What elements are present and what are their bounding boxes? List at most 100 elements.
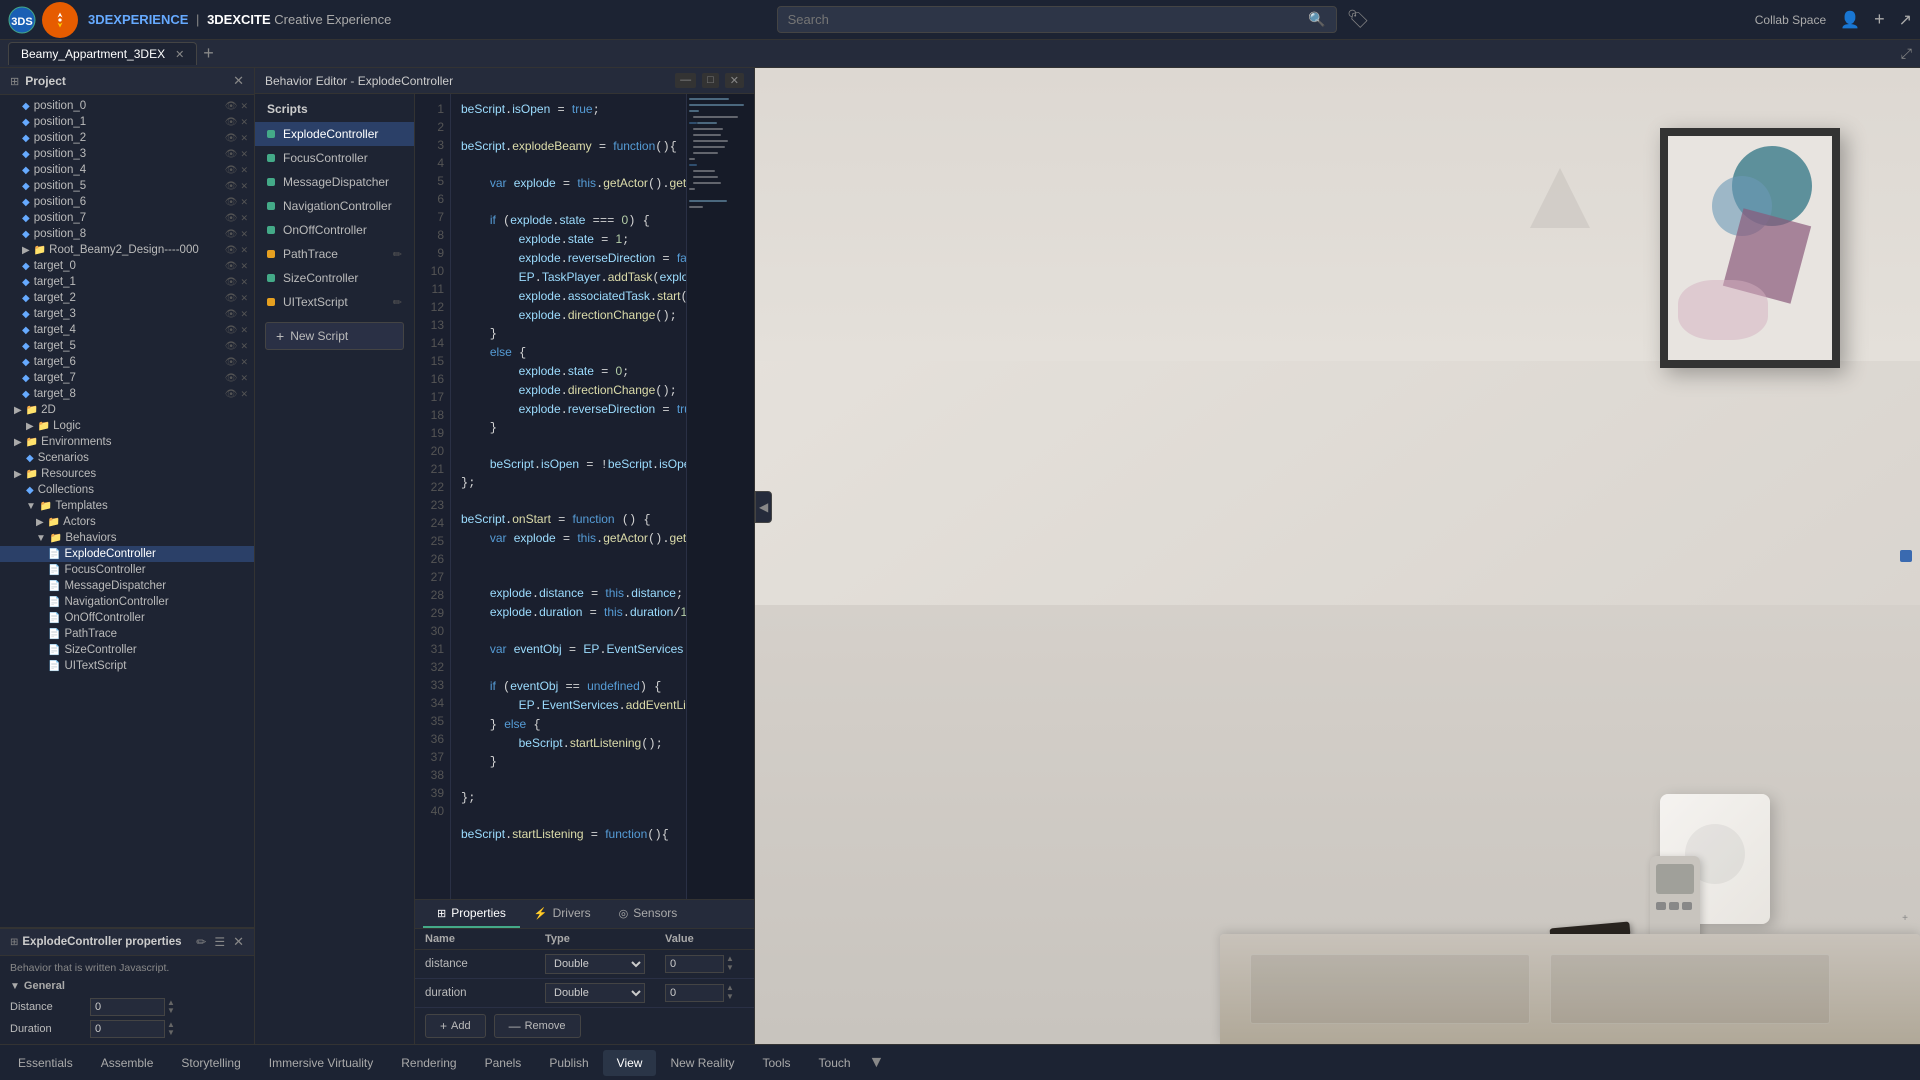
tree-item-collections[interactable]: ◆Collections: [0, 482, 254, 498]
eye-icon[interactable]: 👁: [225, 373, 238, 384]
search-bar[interactable]: 🔍: [777, 6, 1337, 33]
lock-icon[interactable]: ✕: [240, 101, 248, 112]
script-item-size[interactable]: SizeController: [255, 266, 414, 290]
lock-icon[interactable]: ✕: [240, 181, 248, 192]
maximize-btn[interactable]: □: [702, 73, 719, 88]
search-input[interactable]: [788, 12, 1309, 27]
tree-item[interactable]: ◆target_7 👁 ✕: [0, 370, 254, 386]
eye-icon[interactable]: 👁: [225, 149, 238, 160]
tree-item-explodecontroller[interactable]: 📄ExplodeController: [0, 546, 254, 562]
tree-item-messagedispatcher[interactable]: 📄MessageDispatcher: [0, 578, 254, 594]
script-item-focus[interactable]: FocusController: [255, 146, 414, 170]
duration-down-icon[interactable]: ▼: [167, 1029, 175, 1037]
lock-icon[interactable]: ✕: [240, 245, 248, 256]
close-tab-icon[interactable]: ✕: [175, 48, 184, 61]
tree-item[interactable]: ◆target_8 👁 ✕: [0, 386, 254, 402]
add-tab-button[interactable]: +: [203, 43, 214, 64]
eye-icon[interactable]: 👁: [225, 245, 238, 256]
close-props-icon[interactable]: ✕: [233, 934, 244, 950]
add-icon[interactable]: +: [1874, 9, 1885, 30]
remove-prop-button[interactable]: — Remove: [494, 1014, 581, 1038]
toolbar-tab-view[interactable]: View: [603, 1050, 657, 1076]
eye-icon[interactable]: 👁: [225, 341, 238, 352]
tree-item-scenarios[interactable]: ◆Scenarios: [0, 450, 254, 466]
distance-value-input[interactable]: [665, 955, 724, 973]
tree-item[interactable]: ◆target_3 👁 ✕: [0, 306, 254, 322]
minimize-btn[interactable]: —: [675, 73, 696, 88]
user-icon[interactable]: 👤: [1840, 10, 1860, 30]
eye-icon[interactable]: 👁: [225, 101, 238, 112]
lock-icon[interactable]: ✕: [240, 229, 248, 240]
list-icon[interactable]: ☰: [214, 935, 225, 949]
tree-item[interactable]: ◆target_2 👁 ✕: [0, 290, 254, 306]
lock-icon[interactable]: ✕: [240, 133, 248, 144]
lock-icon[interactable]: ✕: [240, 213, 248, 224]
lock-icon[interactable]: ✕: [240, 197, 248, 208]
tree-item[interactable]: ◆target_1 👁 ✕: [0, 274, 254, 290]
script-item-nav[interactable]: NavigationController: [255, 194, 414, 218]
eye-icon[interactable]: 👁: [225, 197, 238, 208]
lock-icon[interactable]: ✕: [240, 309, 248, 320]
script-item-explode[interactable]: ExplodeController: [255, 122, 414, 146]
lock-icon[interactable]: ✕: [240, 149, 248, 160]
toolbar-tab-storytelling[interactable]: Storytelling: [167, 1050, 254, 1076]
script-item-ui[interactable]: UITextScript ✏: [255, 290, 414, 314]
toolbar-tab-publish[interactable]: Publish: [535, 1050, 602, 1076]
tree-item[interactable]: ◆position_8 👁 ✕: [0, 226, 254, 242]
share-icon[interactable]: ↗: [1899, 10, 1912, 30]
toolbar-tab-touch[interactable]: Touch: [805, 1050, 865, 1076]
collapse-panel-arrow[interactable]: ◀: [755, 491, 772, 523]
lock-icon[interactable]: ✕: [240, 341, 248, 352]
viewport-panel[interactable]: +: [755, 68, 1920, 1044]
duration-value-input[interactable]: [665, 984, 724, 1002]
lock-icon[interactable]: ✕: [240, 357, 248, 368]
blue-indicator[interactable]: [1900, 550, 1912, 562]
collab-space[interactable]: Collab Space: [1755, 13, 1826, 27]
tree-item[interactable]: ▶📁Root_Beamy2_Design----000 👁 ✕: [0, 242, 254, 258]
duration-input[interactable]: [90, 1020, 165, 1038]
eye-icon[interactable]: 👁: [225, 357, 238, 368]
tree-item-behaviors[interactable]: ▼📁Behaviors: [0, 530, 254, 546]
script-item-pathtrace[interactable]: PathTrace ✏: [255, 242, 414, 266]
tree-item-focuscontroller[interactable]: 📄FocusController: [0, 562, 254, 578]
lock-icon[interactable]: ✕: [240, 277, 248, 288]
prop-tab-sensors[interactable]: ◎ Sensors: [605, 900, 692, 928]
lock-icon[interactable]: ✕: [240, 293, 248, 304]
toolbar-more-icon[interactable]: ▼: [869, 1054, 885, 1072]
tree-item[interactable]: ◆target_0 👁 ✕: [0, 258, 254, 274]
new-script-button[interactable]: + New Script: [265, 322, 404, 350]
tree-item[interactable]: ◆position_4 👁 ✕: [0, 162, 254, 178]
tree-item[interactable]: ◆target_4 👁 ✕: [0, 322, 254, 338]
tree-item-actors[interactable]: ▶📁Actors: [0, 514, 254, 530]
prop-tab-properties[interactable]: ⊞ Properties: [423, 900, 520, 928]
dist-val-down[interactable]: ▼: [726, 964, 734, 973]
code-content[interactable]: beScript.isOpen = true; beScript.explode…: [451, 94, 686, 899]
edit-icon[interactable]: ✏: [393, 248, 402, 261]
eye-icon[interactable]: 👁: [225, 309, 238, 320]
edit-icon-2[interactable]: ✏: [393, 296, 402, 309]
eye-icon[interactable]: 👁: [225, 165, 238, 176]
tree-item-envs[interactable]: ▶📁Environments: [0, 434, 254, 450]
toolbar-tab-panels[interactable]: Panels: [471, 1050, 536, 1076]
lock-icon[interactable]: ✕: [240, 165, 248, 176]
eye-icon[interactable]: 👁: [225, 293, 238, 304]
lock-icon[interactable]: ✕: [240, 117, 248, 128]
duration-type-select[interactable]: Double: [545, 983, 645, 1003]
script-item-onoff[interactable]: OnOffController: [255, 218, 414, 242]
distance-type-select[interactable]: Double: [545, 954, 645, 974]
tree-item-pathtrace[interactable]: 📄PathTrace: [0, 626, 254, 642]
tree-item-logic[interactable]: ▶📁Logic: [0, 418, 254, 434]
eye-icon[interactable]: 👁: [225, 229, 238, 240]
tree-item[interactable]: ◆position_5 👁 ✕: [0, 178, 254, 194]
tree-item-2d[interactable]: ▶📁2D: [0, 402, 254, 418]
pencil-icon[interactable]: ✏: [196, 935, 206, 949]
tree-item[interactable]: ◆position_3 👁 ✕: [0, 146, 254, 162]
close-editor-btn[interactable]: ✕: [725, 73, 744, 88]
tree-item-resources[interactable]: ▶📁Resources: [0, 466, 254, 482]
script-item-message[interactable]: MessageDispatcher: [255, 170, 414, 194]
eye-icon[interactable]: 👁: [225, 389, 238, 400]
tree-item-navcontroller[interactable]: 📄NavigationController: [0, 594, 254, 610]
distance-down-icon[interactable]: ▼: [167, 1007, 175, 1015]
tree-item[interactable]: ◆position_1 👁 ✕: [0, 114, 254, 130]
active-tab[interactable]: Beamy_Appartment_3DEX ✕: [8, 42, 197, 65]
